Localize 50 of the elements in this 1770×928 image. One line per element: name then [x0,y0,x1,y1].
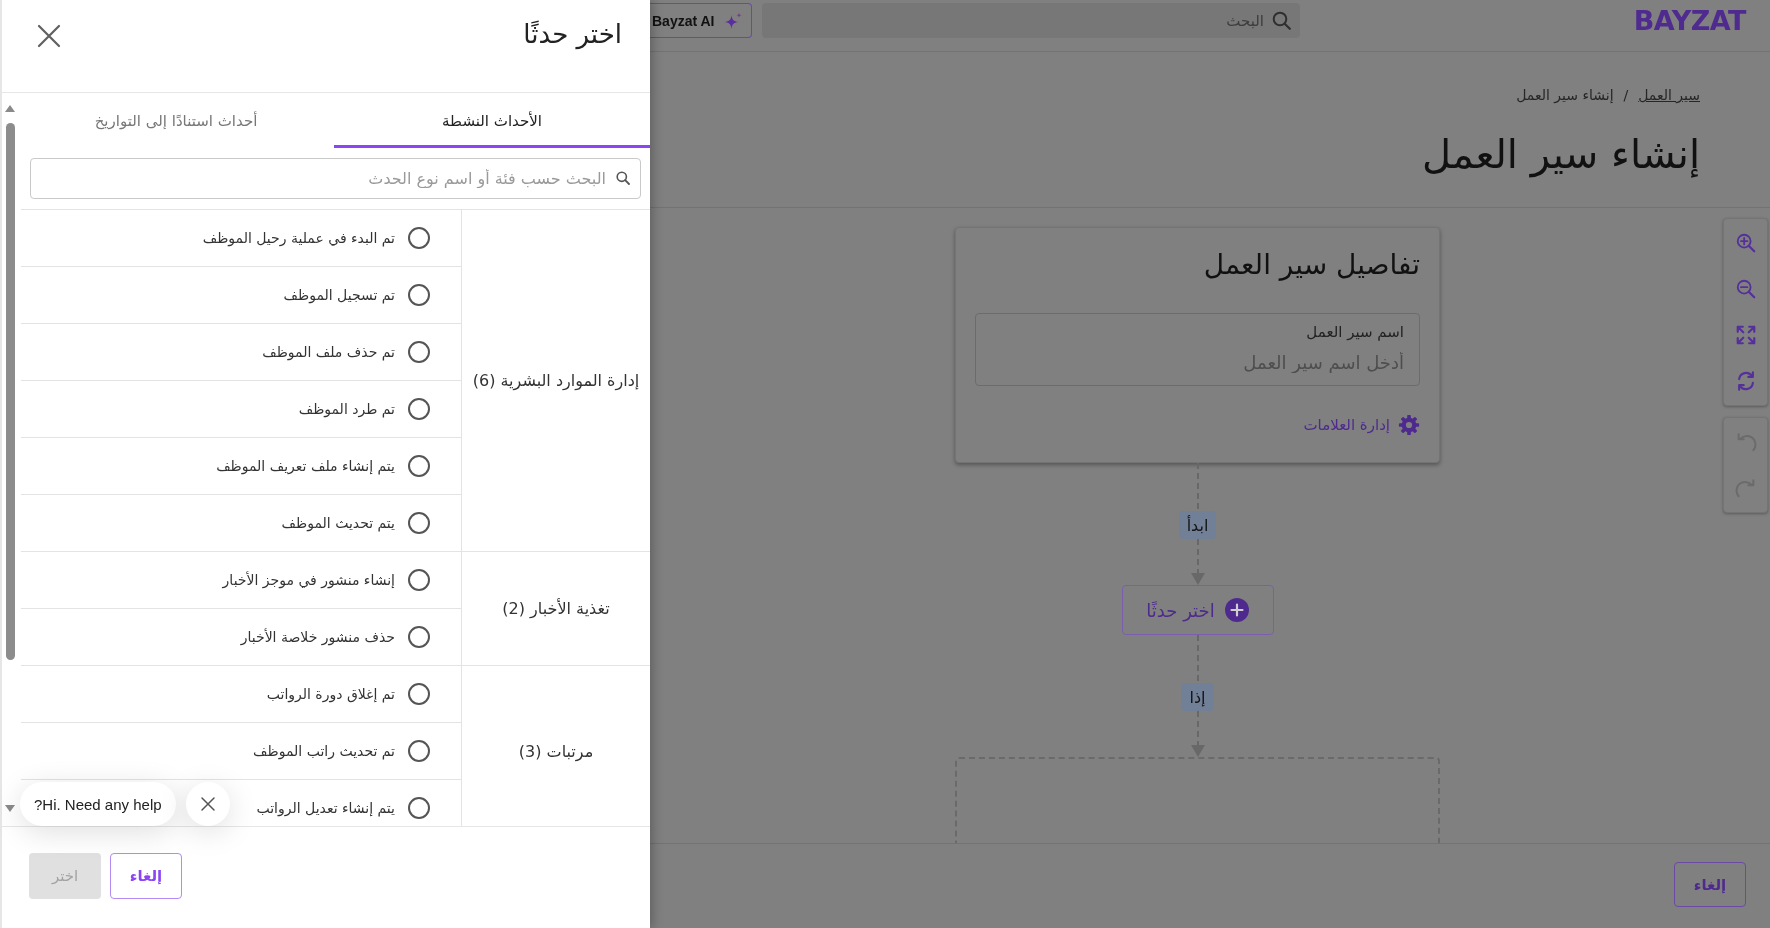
event-label[interactable]: تم إغلاق دورة الرواتب [266,686,395,702]
event-label[interactable]: يتم إنشاء ملف تعريف الموظف [216,458,395,474]
field-label: اسم سير العمل [1306,322,1404,343]
event-label[interactable]: يتم تحديث الموظف [281,515,395,531]
connector-arrow [1190,711,1205,757]
event-label[interactable]: حذف منشور خلاصة الأخبار [240,629,395,645]
radio-button[interactable] [408,626,430,648]
chat-bubble[interactable]: ?Hi. Need any help [20,782,176,826]
breadcrumb-current: إنشاء سير العمل [1516,86,1614,106]
breadcrumb-link[interactable]: سير العمل [1638,84,1700,106]
event-label[interactable]: تم طرد الموظف [298,401,395,417]
event-label[interactable]: إنشاء منشور في موجز الأخبار [222,572,395,588]
search-icon [616,171,630,185]
scrollbar-thumb[interactable] [5,123,15,660]
radio-button[interactable] [408,455,430,477]
ai-assistant-button[interactable]: Bayzat AI [650,3,752,38]
logo: BAYZAT [1633,4,1746,38]
radio-button[interactable] [408,398,430,420]
event-label[interactable]: تم تسجيل الموظف [283,287,395,303]
category-label: تغذية الأخبار (2) [502,599,610,618]
plus-circle-icon [1224,598,1249,622]
category-label: إدارة الموارد البشرية (6) [472,371,640,390]
radio-button[interactable] [408,512,430,534]
event-label[interactable]: تم حذف ملف الموظف [262,344,395,360]
caret-up-icon[interactable] [5,105,15,112]
connector-arrow [1190,539,1205,585]
flow-tag: إذا [1181,683,1214,711]
page-title: إنشاء سير العمل [1421,130,1700,180]
radio-button[interactable] [408,797,430,819]
drawer-title: اختر حدثًا [523,18,622,52]
radio-button[interactable] [408,683,430,705]
event-label[interactable]: تم تحديث راتب الموظف [253,743,395,759]
category-label: مرتبات (3) [518,741,594,761]
close-icon[interactable] [37,24,61,48]
radio-button[interactable] [408,284,430,306]
event-label[interactable]: يتم إنشاء تعديل الرواتب [256,800,395,816]
search-icon [1272,11,1291,30]
close-icon [200,797,215,811]
card-title: تفاصيل سير العمل [1203,247,1420,283]
caret-down-icon[interactable] [5,805,15,812]
tab[interactable]: أحداث استنادًا إلى التواريخ [18,93,334,148]
flow-tag: ابدأ [1178,511,1217,539]
radio-button[interactable] [408,227,430,249]
search-field[interactable]: البحث [762,3,1300,38]
event-label[interactable]: تم البدء في عملية رحيل الموظف [202,230,395,246]
radio-button[interactable] [408,569,430,591]
radio-button[interactable] [408,341,430,363]
breadcrumb-separator: / [1623,86,1629,105]
cancel-button[interactable]: إلغاء [110,853,182,899]
radio-button[interactable] [408,740,430,762]
